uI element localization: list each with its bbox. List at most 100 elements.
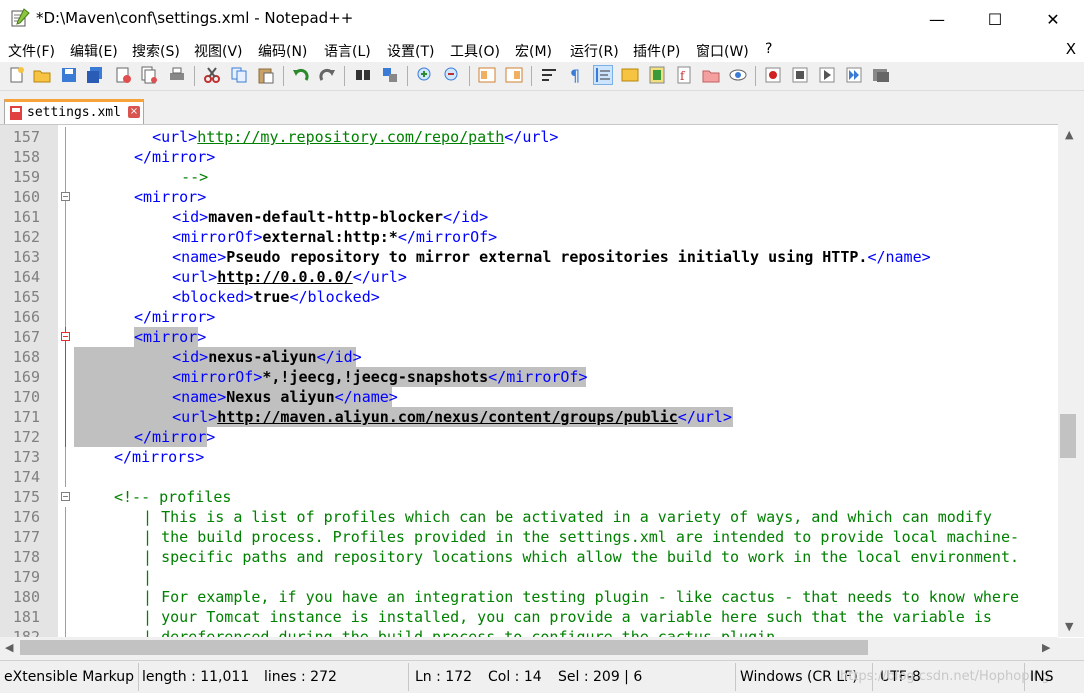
vertical-scrollbar[interactable]: ▲ ▼: [1058, 124, 1084, 637]
menu-window[interactable]: 窗口(W): [696, 41, 749, 61]
zoom-in-icon[interactable]: [416, 66, 434, 84]
horizontal-scroll-thumb[interactable]: [20, 640, 868, 655]
save-all-icon[interactable]: [86, 66, 104, 84]
fold-toggle-icon[interactable]: [61, 492, 70, 501]
xml-comment: | your Tomcat instance is installed, you…: [134, 608, 992, 626]
fold-toggle-icon[interactable]: [61, 332, 70, 341]
save-macro-icon[interactable]: [872, 66, 890, 84]
menu-encoding[interactable]: 编码(N): [258, 41, 307, 61]
paste-icon[interactable]: [257, 66, 275, 84]
replace-icon[interactable]: [381, 66, 399, 84]
sync-vertical-icon[interactable]: [478, 66, 496, 84]
code-line[interactable]: | For example, if you have an integratio…: [134, 587, 1058, 607]
code-line[interactable]: <mirrorOf>*,!jeecg,!jeecg-snapshots</mir…: [154, 367, 1058, 387]
folder-as-workspace-icon[interactable]: [702, 66, 720, 84]
scroll-left-icon[interactable]: ◀: [5, 641, 13, 654]
menu-file[interactable]: 文件(F): [8, 41, 55, 61]
monitoring-icon[interactable]: [729, 66, 747, 84]
code-line[interactable]: -->: [154, 167, 1058, 187]
code-line[interactable]: </mirror>: [134, 307, 1058, 327]
close-file-icon[interactable]: [114, 66, 132, 84]
close-all-icon[interactable]: [140, 66, 158, 84]
close-button[interactable]: ✕: [1024, 0, 1082, 38]
copy-icon[interactable]: [230, 66, 248, 84]
open-file-icon[interactable]: [33, 66, 51, 84]
code-line[interactable]: </mirror>: [134, 147, 1058, 167]
line-number: 160: [12, 188, 40, 206]
save-icon[interactable]: [60, 66, 78, 84]
minimize-button[interactable]: —: [908, 0, 966, 38]
menu-run[interactable]: 运行(R): [570, 41, 619, 61]
code-line[interactable]: <mirror>: [134, 327, 1058, 347]
code-line[interactable]: <name>Pseudo repository to mirror extern…: [154, 247, 1058, 267]
run-macro-multiple-icon[interactable]: [845, 66, 863, 84]
function-list-icon[interactable]: f: [675, 66, 693, 84]
word-wrap-icon[interactable]: [540, 66, 558, 84]
code-line[interactable]: <url>http://maven.aliyun.com/nexus/conte…: [154, 407, 1058, 427]
play-macro-icon[interactable]: [818, 66, 836, 84]
scroll-up-icon[interactable]: ▲: [1065, 128, 1073, 141]
indent-guide-icon[interactable]: [593, 65, 613, 85]
menu-edit[interactable]: 编辑(E): [70, 41, 118, 61]
document-map-icon[interactable]: [648, 66, 666, 84]
record-macro-icon[interactable]: [764, 66, 782, 84]
fold-margin[interactable]: [58, 125, 74, 638]
menu-tools[interactable]: 工具(O): [450, 41, 500, 61]
fold-guide: [65, 507, 66, 638]
title-bar: *D:\Maven\conf\settings.xml - Notepad++ …: [0, 0, 1084, 38]
redo-icon[interactable]: [318, 66, 336, 84]
code-line[interactable]: | specific paths and repository location…: [134, 547, 1058, 567]
sync-horizontal-icon[interactable]: [505, 66, 523, 84]
menu-language[interactable]: 语言(L): [324, 41, 371, 61]
menu-plugins[interactable]: 插件(P): [633, 41, 680, 61]
code-line[interactable]: <mirrorOf>external:http:*</mirrorOf>: [154, 227, 1058, 247]
zoom-out-icon[interactable]: [443, 66, 461, 84]
xml-tag: </url>: [504, 128, 559, 146]
xml-tag: <url>: [152, 128, 198, 146]
line-number: 169: [12, 368, 40, 386]
scroll-down-icon[interactable]: ▼: [1065, 620, 1073, 633]
code-line[interactable]: [94, 467, 1058, 487]
code-line[interactable]: <id>maven-default-http-blocker</id>: [154, 207, 1058, 227]
stop-macro-icon[interactable]: [791, 66, 809, 84]
status-column: Col : 14: [488, 669, 542, 685]
menu-view[interactable]: 视图(V): [194, 41, 243, 61]
menu-settings[interactable]: 设置(T): [387, 41, 434, 61]
horizontal-scrollbar[interactable]: ◀ ▶: [0, 637, 1058, 658]
print-icon[interactable]: [168, 66, 186, 84]
tab-close-icon[interactable]: ×: [128, 106, 140, 118]
show-all-characters-icon[interactable]: ¶: [566, 66, 584, 84]
tab-settings-xml[interactable]: settings.xml ×: [4, 99, 144, 124]
code-line[interactable]: <mirror>: [134, 187, 1058, 207]
close-document-button[interactable]: X: [1066, 40, 1076, 58]
code-line[interactable]: | the build process. Profiles provided i…: [134, 527, 1058, 547]
menu-search[interactable]: 搜索(S): [132, 41, 180, 61]
vertical-scroll-thumb[interactable]: [1060, 414, 1076, 458]
menu-macro[interactable]: 宏(M): [515, 41, 552, 61]
code-area[interactable]: <url>http://my.repository.com/repo/path<…: [74, 125, 1058, 638]
maximize-button[interactable]: ☐: [966, 0, 1024, 38]
cut-icon[interactable]: [203, 66, 221, 84]
code-line[interactable]: <blocked>true</blocked>: [154, 287, 1058, 307]
fold-toggle-icon[interactable]: [61, 192, 70, 201]
code-line[interactable]: |: [134, 567, 1058, 587]
code-line[interactable]: </mirrors>: [114, 447, 1058, 467]
code-line[interactable]: <url>http://my.repository.com/repo/path<…: [134, 127, 1058, 147]
code-line[interactable]: | This is a list of profiles which can b…: [134, 507, 1058, 527]
code-line[interactable]: <url>http://0.0.0.0/</url>: [154, 267, 1058, 287]
find-icon[interactable]: [354, 66, 372, 84]
line-number: 165: [12, 288, 40, 306]
code-line[interactable]: <id>nexus-aliyun</id>: [154, 347, 1058, 367]
menu-help[interactable]: ?: [765, 41, 772, 57]
code-line[interactable]: <name>Nexus aliyun</name>: [154, 387, 1058, 407]
xml-tag: <blocked>: [172, 288, 254, 306]
new-file-icon[interactable]: [8, 66, 26, 84]
user-defined-language-icon[interactable]: [621, 66, 639, 84]
editor[interactable]: <url>http://my.repository.com/repo/path<…: [0, 124, 1084, 638]
xml-comment: <!-- profiles: [114, 488, 232, 506]
code-line[interactable]: </mirror>: [134, 427, 1058, 447]
code-line[interactable]: <!-- profiles: [114, 487, 1058, 507]
scroll-right-icon[interactable]: ▶: [1042, 641, 1050, 654]
undo-icon[interactable]: [292, 66, 310, 84]
code-line[interactable]: | your Tomcat instance is installed, you…: [134, 607, 1058, 627]
